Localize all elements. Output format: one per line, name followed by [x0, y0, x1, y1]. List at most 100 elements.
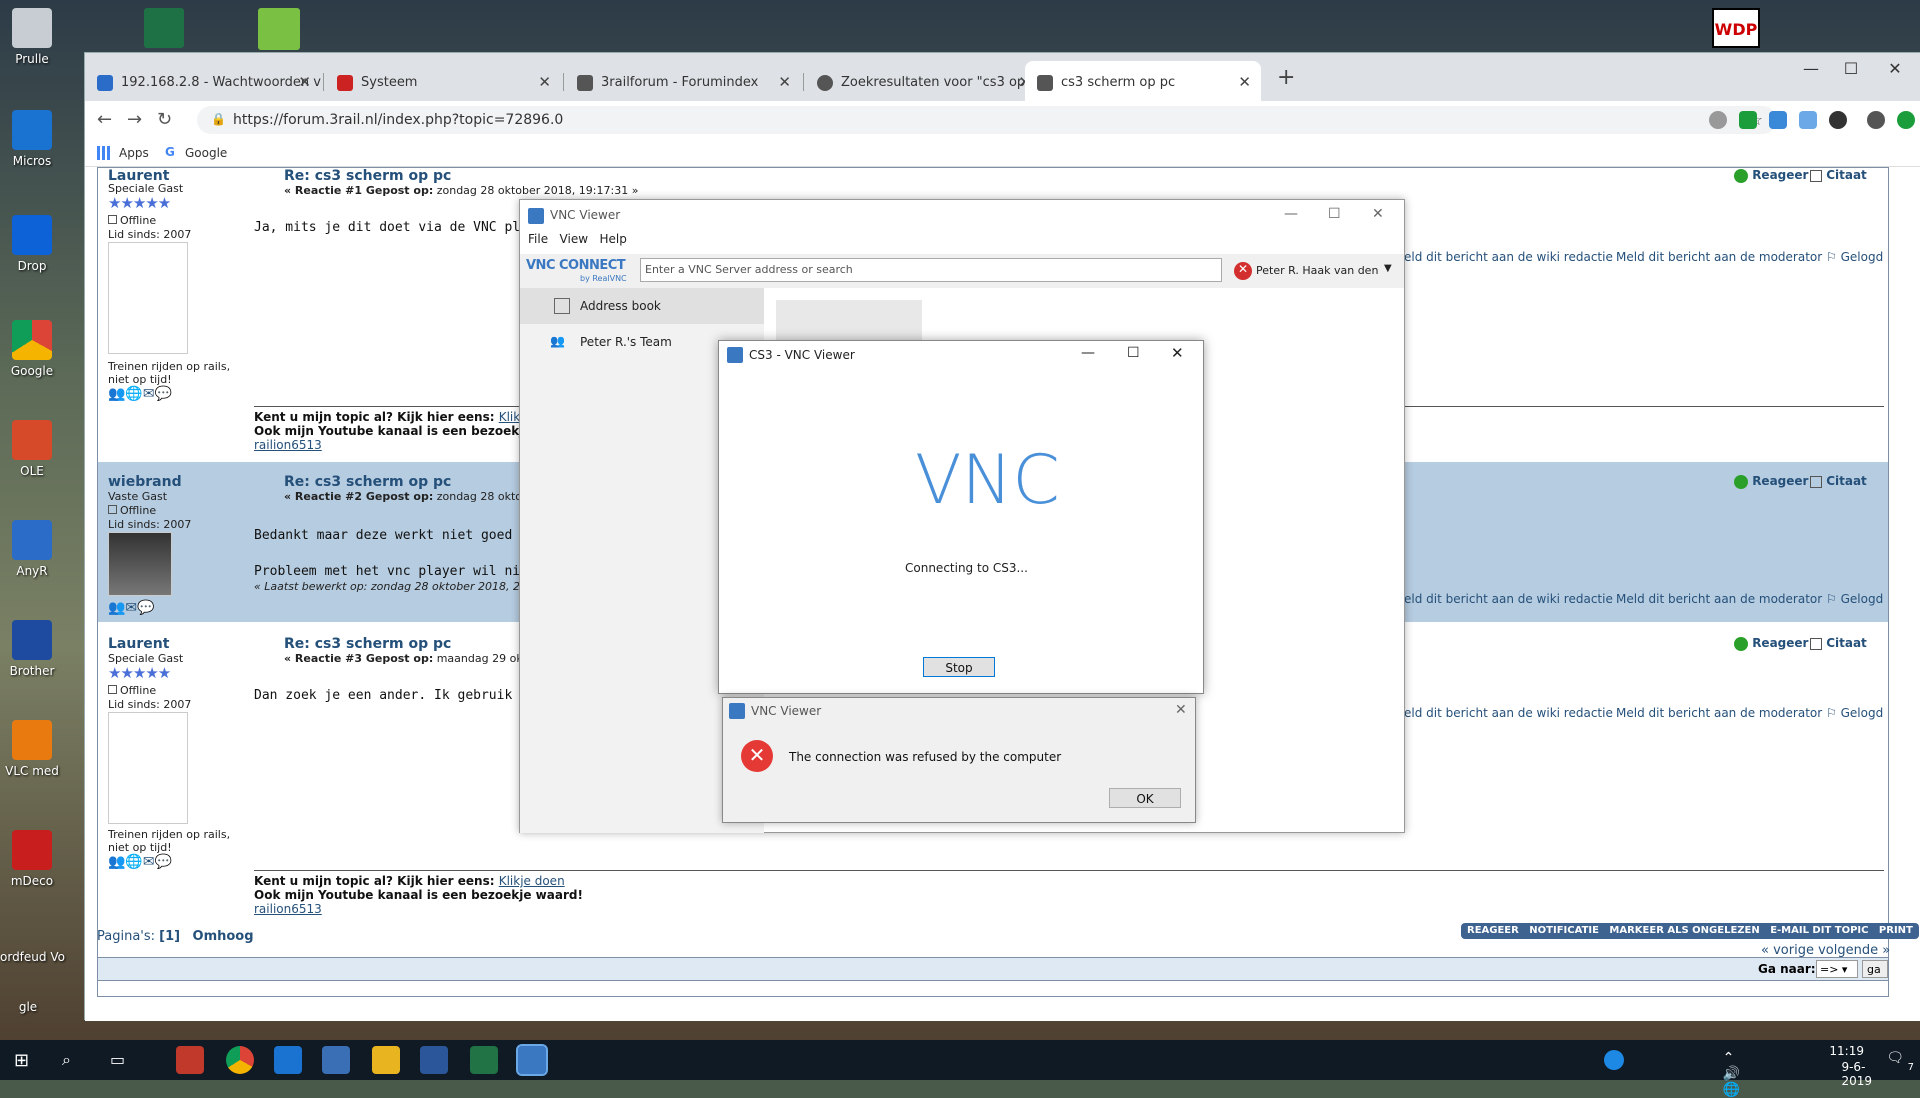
notify-button[interactable]: NOTIFICATIE	[1529, 925, 1599, 936]
maximize-icon[interactable]: ☐	[1328, 206, 1341, 222]
profile-icons[interactable]: 👥🌐✉💬	[108, 854, 172, 870]
menu-view[interactable]: View	[560, 232, 588, 246]
report-wiki-link[interactable]: eld dit bericht aan de wiki redactie	[1404, 592, 1613, 606]
word-taskbar-icon[interactable]	[420, 1046, 448, 1074]
clock-time[interactable]: 11:19	[1829, 1044, 1864, 1058]
maximize-icon[interactable]: ☐	[1127, 345, 1140, 361]
email-topic-button[interactable]: E-MAIL DIT TOPIC	[1770, 925, 1868, 936]
quote-link[interactable]: Citaat	[1810, 474, 1867, 488]
post-subject[interactable]: Re: cs3 scherm op pc	[284, 636, 451, 652]
minimize-icon[interactable]: —	[1791, 59, 1831, 78]
signature-link-youtube[interactable]: railion6513	[254, 902, 322, 916]
signed-in-user[interactable]: Peter R. Haak van den	[1256, 264, 1378, 277]
wdp-logo[interactable]: WDP	[1712, 8, 1760, 48]
back-icon[interactable]: ←	[97, 109, 112, 130]
vnc-search-input[interactable]: Enter a VNC Server address or search	[640, 258, 1222, 282]
maximize-icon[interactable]: ☐	[1831, 59, 1871, 78]
help-icon[interactable]	[1604, 1050, 1624, 1070]
zoom-icon[interactable]	[1829, 111, 1847, 129]
report-moderator-link[interactable]: Meld dit bericht aan de moderator	[1616, 592, 1822, 606]
extension-icon[interactable]	[1769, 111, 1787, 129]
report-wiki-link[interactable]: eld dit bericht aan de wiki redactie	[1404, 250, 1613, 264]
report-moderator-link[interactable]: Meld dit bericht aan de moderator	[1616, 706, 1822, 720]
post-subject[interactable]: Re: cs3 scherm op pc	[284, 474, 451, 490]
recycle-bin-icon[interactable]: Prulle	[4, 8, 60, 88]
solitaire-desktop-icon[interactable]	[258, 8, 300, 50]
mark-unread-button[interactable]: MARKEER ALS ONGELEZEN	[1609, 925, 1759, 936]
profile-icons[interactable]: 👥✉💬	[108, 600, 155, 616]
prev-next-links[interactable]: « vorige volgende »	[1761, 943, 1890, 958]
chrome-desktop-icon[interactable]: Google	[4, 320, 60, 400]
post-author[interactable]: Laurent	[108, 636, 169, 652]
chrome-taskbar-icon[interactable]	[226, 1046, 254, 1074]
goto-select[interactable]: => ▾	[1816, 960, 1858, 978]
reply-link[interactable]: Reageer	[1734, 168, 1808, 183]
close-window-icon[interactable]: ✕	[1875, 59, 1915, 78]
reload-icon[interactable]: ↻	[157, 109, 172, 130]
profile-icons[interactable]: 👥🌐✉💬	[108, 386, 172, 402]
tab-forumindex[interactable]: 3railforum - Forumindex ✕	[565, 61, 801, 101]
menu-help[interactable]: Help	[599, 232, 626, 246]
page-1-link[interactable]: [1]	[159, 929, 180, 944]
tab-cs3-scherm[interactable]: cs3 scherm op pc ✕	[1025, 61, 1261, 101]
close-window-icon[interactable]: ✕	[1171, 344, 1184, 362]
stop-button[interactable]: Stop	[923, 657, 995, 677]
mdecoder-desktop-icon[interactable]: mDeco	[4, 830, 60, 910]
task-view-icon[interactable]: ▭	[110, 1050, 125, 1069]
tab-systeem[interactable]: Systeem ✕	[325, 61, 561, 101]
brother-desktop-icon[interactable]: Brother	[4, 620, 60, 700]
signature-link-topic[interactable]: Klikje doen	[499, 874, 565, 888]
menu-file[interactable]: File	[528, 232, 548, 246]
post-author[interactable]: wiebrand	[108, 474, 182, 490]
ok-button[interactable]: OK	[1109, 788, 1181, 808]
notifications-icon[interactable]: 🗨	[1886, 1050, 1904, 1066]
screenshot-extension-icon[interactable]	[1799, 111, 1817, 129]
top-link[interactable]: Omhoog	[193, 929, 254, 944]
menu-icon[interactable]	[1897, 111, 1915, 129]
quote-link[interactable]: Citaat	[1810, 636, 1867, 650]
reply-link[interactable]: Reageer	[1734, 474, 1808, 489]
close-tab-icon[interactable]: ✕	[1238, 73, 1251, 91]
quote-link[interactable]: Citaat	[1810, 168, 1867, 182]
minimize-icon[interactable]: —	[1081, 345, 1095, 361]
goto-button[interactable]: ga	[1862, 960, 1888, 978]
excel-desktop-icon[interactable]	[144, 8, 184, 48]
reply-button[interactable]: REAGEER	[1467, 925, 1519, 936]
anyrail-desktop-icon[interactable]: AnyR	[4, 520, 60, 600]
file-explorer-icon[interactable]	[372, 1046, 400, 1074]
report-moderator-link[interactable]: Meld dit bericht aan de moderator	[1616, 250, 1822, 264]
profile-avatar[interactable]	[1867, 111, 1885, 129]
chevron-down-icon[interactable]: ▼	[1384, 263, 1392, 274]
vnc-taskbar-icon[interactable]	[516, 1044, 548, 1076]
tray-icons[interactable]: ⌃ 🔊 🌐	[1723, 1050, 1740, 1098]
report-wiki-link[interactable]: eld dit bericht aan de wiki redactie	[1404, 706, 1613, 720]
tab-wachtwoorden[interactable]: 192.168.2.8 - Wachtwoorden van ✕	[85, 61, 321, 101]
bookmark-google[interactable]: Google	[185, 146, 227, 160]
vlc-desktop-icon[interactable]: VLC med	[4, 720, 60, 800]
ole-desktop-icon[interactable]: OLE	[4, 420, 60, 500]
dropbox-desktop-icon[interactable]: Drop	[4, 215, 60, 295]
print-button[interactable]: PRINT	[1879, 925, 1913, 936]
edge-desktop-icon[interactable]: Micros	[4, 110, 60, 190]
bookmark-apps[interactable]: Apps	[119, 146, 149, 160]
signature-link-youtube[interactable]: railion6513	[254, 438, 322, 452]
address-bar[interactable]: 🔒 https://forum.3rail.nl/index.php?topic…	[197, 106, 1777, 134]
post-subject[interactable]: Re: cs3 scherm op pc	[284, 168, 451, 184]
checkmark-extension-icon[interactable]	[1739, 111, 1757, 129]
search-icon[interactable]: ⌕	[62, 1050, 71, 1070]
close-tab-icon[interactable]: ✕	[778, 73, 791, 91]
clock-date[interactable]: 9-6-2019	[1841, 1060, 1872, 1088]
close-dialog-icon[interactable]: ✕	[1175, 702, 1187, 718]
excel-taskbar-icon[interactable]	[470, 1046, 498, 1074]
extension-icon[interactable]	[1709, 111, 1727, 129]
sidebar-item-address-book[interactable]: Address book	[520, 288, 764, 324]
app-icon[interactable]	[322, 1046, 350, 1074]
tab-zoekresultaten[interactable]: Zoekresultaten voor "cs3 op pc s✕	[805, 61, 1041, 101]
edge-taskbar-icon[interactable]	[274, 1046, 302, 1074]
windows-start-icon[interactable]: ⊞	[14, 1050, 29, 1071]
forward-icon[interactable]: →	[127, 109, 142, 130]
minimize-icon[interactable]: —	[1284, 206, 1298, 222]
close-tab-icon[interactable]: ✕	[538, 73, 551, 91]
close-tab-icon[interactable]: ✕	[298, 73, 311, 91]
new-tab-button[interactable]: +	[1277, 65, 1295, 90]
